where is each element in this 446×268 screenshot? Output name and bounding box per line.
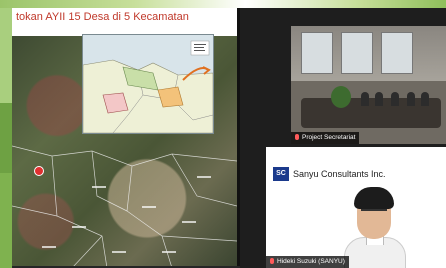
mic-muted-icon [295,134,299,141]
participant-video-tile[interactable]: Project Secretariat [291,26,446,144]
participant-gallery: Project Secretariat SC Sanyu Consultants… [240,8,446,268]
inset-region-map [82,34,214,134]
top-banner-strip [0,0,446,8]
location-pin-icon [34,166,44,176]
company-logo-icon: SC [273,167,289,181]
participant-video-tile[interactable]: SC Sanyu Consultants Inc. Hideki Suzuki … [266,147,446,268]
participant-name-label: Hideki Suzuki (SANYU) [266,256,349,268]
left-edge-bar [0,8,12,268]
video-conference-window: tokan AYII 15 Desa di 5 Kecamatan Projec… [0,0,446,268]
plant [331,86,351,108]
left-bar-light [0,8,12,103]
attendee [391,92,399,106]
meeting-table [301,98,441,128]
room-window [341,32,373,74]
speaker-glasses [361,209,387,217]
mic-muted-icon [270,258,274,265]
speaker-hair [354,187,394,209]
attendee [361,92,369,106]
company-name: Sanyu Consultants Inc. [293,169,386,179]
attendee [375,92,383,106]
inset-map-graphic [83,40,213,133]
shared-screen: tokan AYII 15 Desa di 5 Kecamatan [12,8,237,266]
attendee [407,92,415,106]
participant-name: Project Secretariat [302,134,356,141]
attendee [421,92,429,106]
left-bar-dark [0,103,12,173]
slide-title: tokan AYII 15 Desa di 5 Kecamatan [16,11,189,23]
participant-name: Hideki Suzuki (SANYU) [277,258,345,265]
room-window [381,32,413,74]
participant-name-label: Project Secretariat [291,132,360,144]
room-window [301,32,333,74]
